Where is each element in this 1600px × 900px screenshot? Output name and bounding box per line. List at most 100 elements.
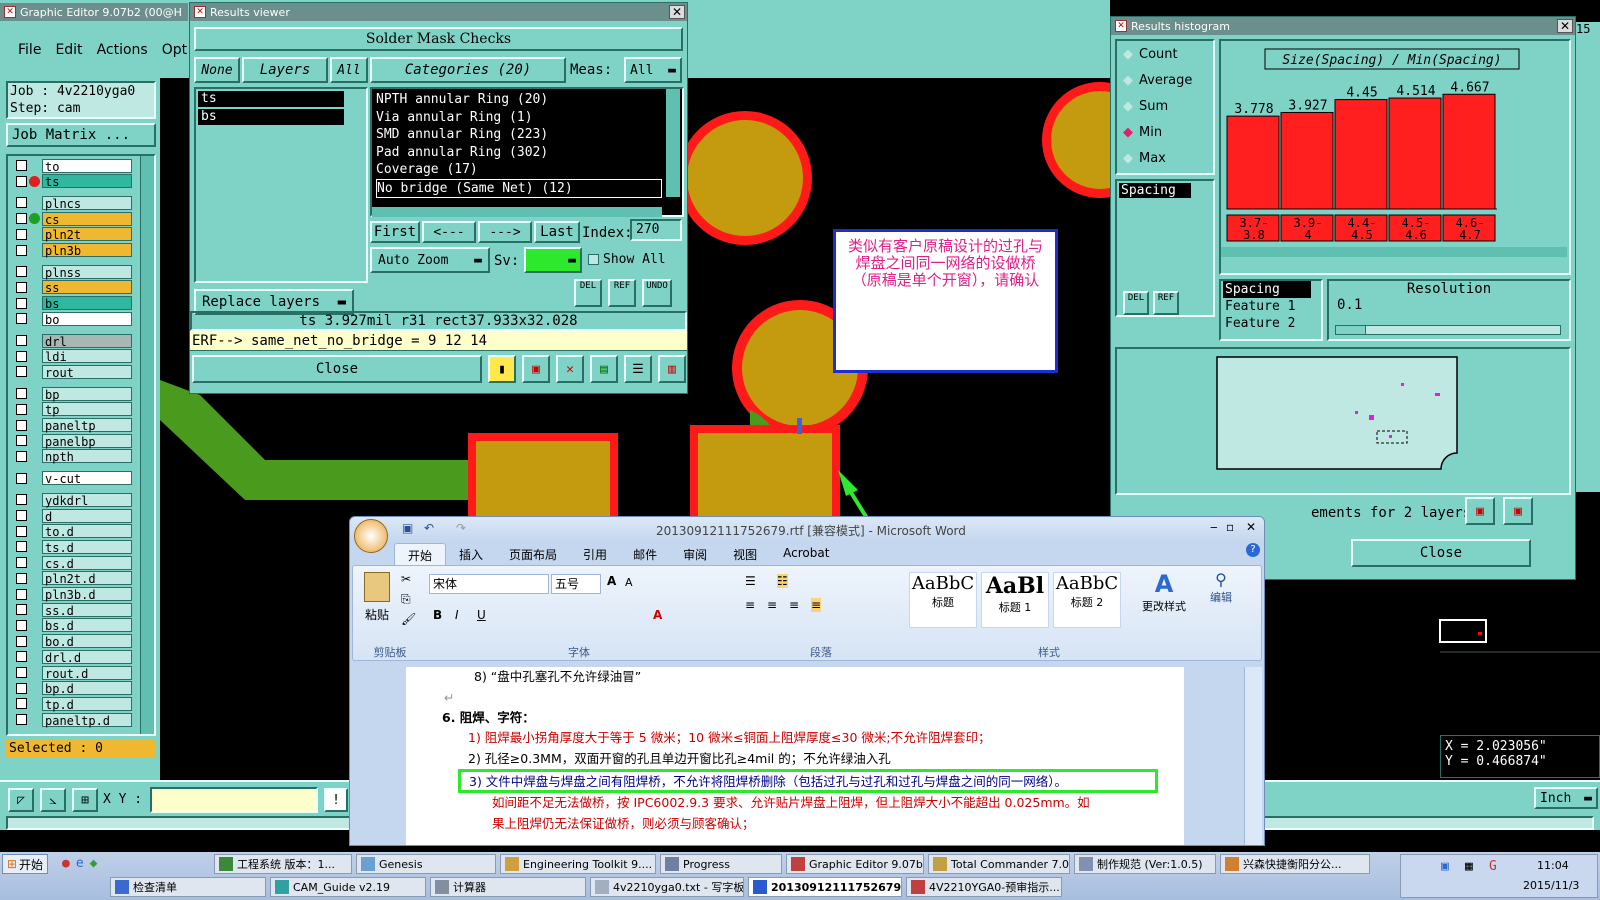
categories-scrollbar[interactable] <box>666 89 680 197</box>
taskbar-button[interactable]: 20130912111752679.... <box>748 877 902 897</box>
undo-icon[interactable]: ↶ <box>424 521 434 535</box>
menu-options[interactable]: Opt <box>162 42 187 58</box>
histogram-titlebar[interactable]: ✕ Results histogram ✕ <box>1111 17 1575 35</box>
layer-row[interactable]: ss.d <box>16 602 132 618</box>
copy-icon[interactable]: ⎘ <box>401 592 411 607</box>
font-size-select[interactable]: 五号 <box>551 574 601 594</box>
tray-icon[interactable]: G <box>1489 859 1497 874</box>
layer-checkbox[interactable] <box>16 297 27 309</box>
prev-button[interactable]: <--- <box>422 221 476 243</box>
layer-name[interactable]: tp <box>42 402 132 417</box>
category-item[interactable]: NPTH annular Ring (20) <box>376 91 678 109</box>
layer-checkbox[interactable] <box>16 213 27 225</box>
tab-all[interactable]: All <box>330 57 368 83</box>
tool-select-icon[interactable]: ◸ <box>8 788 34 812</box>
style-item[interactable]: AaBl 标题 1 <box>981 572 1049 628</box>
auto-zoom-dropdown[interactable]: Auto Zoom ▬ <box>370 247 490 273</box>
layer-row[interactable]: pln2t <box>16 227 132 242</box>
chrome-icon[interactable]: ● <box>62 856 70 871</box>
layer-name[interactable]: ss <box>42 280 132 295</box>
close-button[interactable]: Close <box>192 355 482 383</box>
menu-edit[interactable]: Edit <box>55 42 82 58</box>
layer-row[interactable]: pln3b <box>16 243 132 258</box>
underline-icon[interactable]: U <box>477 608 486 622</box>
layer-checkbox[interactable] <box>16 494 27 506</box>
layer-name[interactable]: bp.d <box>42 681 132 696</box>
close-icon[interactable]: ✕ <box>1557 19 1573 33</box>
taskbar-button[interactable]: 4v2210yga0.txt - 写字板 <box>590 877 744 897</box>
del-button[interactable]: DEL <box>574 279 602 307</box>
align-left-icon[interactable]: ≡ <box>745 598 755 612</box>
layer-checkbox[interactable] <box>16 588 27 600</box>
layer-scrollbar[interactable] <box>140 156 154 734</box>
histogram-close-button[interactable]: Close <box>1351 539 1531 567</box>
category-item[interactable]: Coverage (17) <box>376 161 678 179</box>
layer-name[interactable]: pln2t <box>42 227 132 242</box>
align-right-icon[interactable]: ≡ <box>789 598 799 612</box>
layer-checkbox[interactable] <box>16 714 27 726</box>
layer-row[interactable]: drl <box>16 333 132 349</box>
ribbon-tab[interactable]: 引用 <box>570 543 620 565</box>
justify-icon[interactable]: ≡ <box>811 598 822 612</box>
layer-name[interactable]: bs.d <box>42 618 132 633</box>
category-item-selected[interactable]: No bridge (Same Net) (12) <box>376 178 662 198</box>
layer-name[interactable]: npth <box>42 449 132 464</box>
layer-name[interactable]: bo.d <box>42 634 132 649</box>
shrink-font-icon[interactable]: A <box>625 576 633 589</box>
stat-option-min[interactable]: ◆ Min <box>1117 119 1213 145</box>
layer-name[interactable]: pln3b <box>42 243 132 258</box>
style-item[interactable]: AaBbC 标题 2 <box>1053 572 1121 628</box>
layer-checkbox[interactable] <box>16 244 27 256</box>
taskbar-button[interactable]: 兴森快捷衡阳分公... <box>1220 854 1370 874</box>
toolbar-icon[interactable]: ▣ <box>522 355 550 383</box>
maximize-icon[interactable]: ▫ <box>1226 520 1234 534</box>
layer-checkbox[interactable] <box>16 228 27 240</box>
stat-option-count[interactable]: ◆ Count <box>1117 41 1213 67</box>
feature-2[interactable]: Feature 2 <box>1223 315 1321 332</box>
stat-option-max[interactable]: ◆ Max <box>1117 145 1213 171</box>
toolbar-icon[interactable]: ▮ <box>488 355 516 383</box>
category-item[interactable]: SMD annular Ring (223) <box>376 126 678 144</box>
layer-checkbox[interactable] <box>16 160 27 171</box>
numbering-icon[interactable]: ☷ <box>777 574 788 588</box>
layer-row[interactable]: bo <box>16 311 132 327</box>
ref-button[interactable]: REF <box>1153 291 1179 315</box>
layer-row[interactable]: to.d <box>16 524 132 539</box>
layer-checkbox[interactable] <box>16 350 27 362</box>
feature-spacing[interactable]: Spacing <box>1223 281 1311 298</box>
categories-hscroll[interactable] <box>372 207 662 217</box>
categories-header[interactable]: Categories (20) <box>370 57 566 83</box>
layer-name[interactable]: panelbp <box>42 433 132 449</box>
app-icon[interactable]: ◆ <box>90 856 98 871</box>
document-page[interactable]: 8) “盘中孔塞孔不允许绿油冒” ↵ 6. 阻焊、字符： 1) 阻焊最小拐角厚度… <box>406 667 1184 845</box>
ie-icon[interactable]: e <box>76 856 84 871</box>
layer-checkbox[interactable] <box>16 175 27 187</box>
meas-dropdown[interactable]: All ▬ <box>624 57 682 83</box>
align-center-icon[interactable]: ≡ <box>767 598 777 612</box>
tray-icon[interactable]: ▦ <box>1465 859 1473 874</box>
tool-measure-icon[interactable]: ⦣ <box>40 788 66 812</box>
layer-row[interactable]: bs <box>16 296 132 311</box>
toolbar-icon[interactable]: ▣ <box>1503 497 1533 525</box>
start-button[interactable]: ⊞ 开始 <box>2 854 48 874</box>
layer-row[interactable]: bp.d <box>16 681 132 696</box>
menu-file[interactable]: File <box>18 42 41 58</box>
index-input[interactable]: 270 <box>630 219 682 241</box>
layer-checkbox[interactable] <box>16 557 27 569</box>
save-icon[interactable]: ▣ <box>402 521 413 535</box>
taskbar-button[interactable]: Progress <box>660 854 782 874</box>
show-all-checkbox[interactable]: Show All <box>588 252 666 267</box>
layer-name[interactable]: ts.d <box>42 539 132 555</box>
style-item[interactable]: AaBbC 标题 <box>909 572 977 628</box>
first-button[interactable]: First <box>370 221 420 243</box>
layer-name[interactable]: rout <box>42 364 132 380</box>
layer-name[interactable]: d <box>42 508 132 524</box>
layer-name[interactable]: ldi <box>42 349 132 364</box>
redo-icon[interactable]: ↷ <box>456 521 466 535</box>
cut-icon[interactable]: ✂ <box>401 572 411 586</box>
bullets-icon[interactable]: ☰ <box>745 574 756 588</box>
taskbar-button[interactable]: 计算器 <box>430 877 586 897</box>
layer-row[interactable]: pln3b.d <box>16 587 132 602</box>
word-scrollbar[interactable] <box>1244 667 1262 845</box>
ribbon-tab[interactable]: Acrobat <box>770 543 842 565</box>
